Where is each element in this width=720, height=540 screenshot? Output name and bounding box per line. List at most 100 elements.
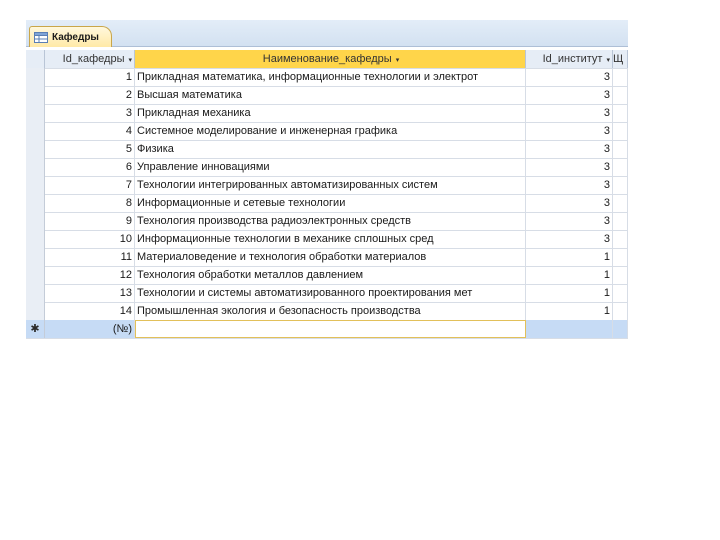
record-selector[interactable] bbox=[26, 302, 45, 320]
tab-label: Кафедры bbox=[52, 31, 99, 43]
table-row[interactable]: 6 Управление инновациями 3 bbox=[26, 158, 628, 177]
cell-naimenovanie[interactable]: Технологии интегрированных автоматизиров… bbox=[135, 176, 526, 194]
cell-id-kafedry[interactable]: 4 bbox=[45, 122, 135, 140]
cell-id-kafedry[interactable]: 5 bbox=[45, 140, 135, 158]
table-row[interactable]: 9 Технология производства радиоэлектронны… bbox=[26, 212, 628, 231]
cell-naimenovanie[interactable]: Технологии и системы автоматизированного… bbox=[135, 284, 526, 302]
cell-id-institut[interactable]: 1 bbox=[526, 266, 613, 284]
record-selector[interactable] bbox=[26, 284, 45, 302]
table-row[interactable]: 1 Прикладная математика, информационные т… bbox=[26, 68, 628, 87]
sort-dropdown-icon[interactable]: ▾ bbox=[606, 57, 610, 64]
record-selector[interactable] bbox=[26, 212, 45, 230]
cell-id-institut[interactable]: 3 bbox=[526, 122, 613, 140]
cell-id-kafedry[interactable]: 13 bbox=[45, 284, 135, 302]
cell-naimenovanie[interactable]: Промышленная экология и безопасность про… bbox=[135, 302, 526, 320]
cell-id-kafedry[interactable]: 9 bbox=[45, 212, 135, 230]
cell-id-kafedry[interactable]: 2 bbox=[45, 86, 135, 104]
cell-id-kafedry[interactable]: 10 bbox=[45, 230, 135, 248]
cell-id-institut[interactable]: 3 bbox=[526, 176, 613, 194]
new-record-marker-icon[interactable]: ✱ bbox=[26, 320, 45, 338]
cell-id-kafedry[interactable]: 3 bbox=[45, 104, 135, 122]
cell-naimenovanie[interactable]: Технология обработки металлов давлением bbox=[135, 266, 526, 284]
cell-naimenovanie[interactable]: Технология производства радиоэлектронных… bbox=[135, 212, 526, 230]
cell-naimenovanie[interactable]: Системное моделирование и инженерная гра… bbox=[135, 122, 526, 140]
cell-id-kafedry[interactable]: 8 bbox=[45, 194, 135, 212]
record-selector[interactable] bbox=[26, 176, 45, 194]
record-selector[interactable] bbox=[26, 104, 45, 122]
cell-id-institut[interactable]: 1 bbox=[526, 284, 613, 302]
table-row[interactable]: 11 Материаловедение и технология обработк… bbox=[26, 248, 628, 267]
column-header-naimenovanie[interactable]: Наименование_кафедры ▾ bbox=[135, 50, 526, 68]
record-selector[interactable] bbox=[26, 248, 45, 266]
table-row[interactable]: 14 Промышленная экология и безопасность п… bbox=[26, 302, 628, 321]
new-record-institut-cell[interactable] bbox=[526, 320, 613, 338]
cell-id-institut[interactable]: 3 bbox=[526, 86, 613, 104]
cell-extra[interactable] bbox=[613, 302, 628, 320]
cell-extra[interactable] bbox=[613, 86, 628, 104]
sort-dropdown-icon[interactable]: ▾ bbox=[396, 57, 400, 64]
cell-id-kafedry[interactable]: 1 bbox=[45, 68, 135, 86]
cell-id-institut[interactable]: 3 bbox=[526, 158, 613, 176]
record-selector[interactable] bbox=[26, 158, 45, 176]
record-selector[interactable] bbox=[26, 140, 45, 158]
cell-id-institut[interactable]: 1 bbox=[526, 248, 613, 266]
column-header-label: Id_кафедры bbox=[62, 53, 125, 65]
table-row[interactable]: 3 Прикладная механика 3 bbox=[26, 104, 628, 123]
cell-naimenovanie[interactable]: Управление инновациями bbox=[135, 158, 526, 176]
select-all-corner[interactable] bbox=[26, 50, 45, 68]
column-header-id-institut[interactable]: Id_институт ▾ bbox=[526, 50, 613, 68]
record-selector[interactable] bbox=[26, 86, 45, 104]
cell-extra[interactable] bbox=[613, 140, 628, 158]
new-record-row[interactable]: ✱ (№) bbox=[26, 320, 628, 339]
column-header-id-kafedry[interactable]: Id_кафедры ▾ bbox=[45, 50, 135, 68]
cell-id-kafedry[interactable]: 7 bbox=[45, 176, 135, 194]
tab-kafedry[interactable]: Кафедры bbox=[29, 26, 112, 47]
table-row[interactable]: 13 Технологии и системы автоматизированно… bbox=[26, 284, 628, 303]
cell-id-institut[interactable]: 3 bbox=[526, 194, 613, 212]
table-row[interactable]: 5 Физика 3 bbox=[26, 140, 628, 159]
table-row[interactable]: 2 Высшая математика 3 bbox=[26, 86, 628, 105]
cell-id-institut[interactable]: 3 bbox=[526, 68, 613, 86]
cell-id-institut[interactable]: 3 bbox=[526, 230, 613, 248]
cell-naimenovanie[interactable]: Физика bbox=[135, 140, 526, 158]
cell-extra[interactable] bbox=[613, 122, 628, 140]
cell-naimenovanie[interactable]: Прикладная механика bbox=[135, 104, 526, 122]
table-row[interactable]: 8 Информационные и сетевые технологии 3 bbox=[26, 194, 628, 213]
record-selector[interactable] bbox=[26, 266, 45, 284]
table-row[interactable]: 7 Технологии интегрированных автоматизиро… bbox=[26, 176, 628, 195]
cell-id-kafedry[interactable]: 12 bbox=[45, 266, 135, 284]
cell-naimenovanie[interactable]: Информационные и сетевые технологии bbox=[135, 194, 526, 212]
cell-extra[interactable] bbox=[613, 212, 628, 230]
cell-naimenovanie[interactable]: Информационные технологии в механике спл… bbox=[135, 230, 526, 248]
table-row[interactable]: 10 Информационные технологии в механике с… bbox=[26, 230, 628, 249]
record-selector[interactable] bbox=[26, 230, 45, 248]
table-row[interactable]: 4 Системное моделирование и инженерная гр… bbox=[26, 122, 628, 141]
cell-id-kafedry[interactable]: 6 bbox=[45, 158, 135, 176]
record-selector[interactable] bbox=[26, 122, 45, 140]
cell-id-institut[interactable]: 1 bbox=[526, 302, 613, 320]
cell-extra[interactable] bbox=[613, 158, 628, 176]
cell-id-institut[interactable]: 3 bbox=[526, 212, 613, 230]
cell-extra[interactable] bbox=[613, 230, 628, 248]
table-row[interactable]: 12 Технология обработки металлов давление… bbox=[26, 266, 628, 285]
new-record-extra-cell[interactable] bbox=[613, 320, 628, 338]
new-record-name-input[interactable] bbox=[135, 320, 526, 338]
column-header-extra[interactable]: Щ bbox=[613, 50, 628, 68]
cell-naimenovanie[interactable]: Материаловедение и технология обработки … bbox=[135, 248, 526, 266]
cell-extra[interactable] bbox=[613, 104, 628, 122]
cell-extra[interactable] bbox=[613, 266, 628, 284]
cell-extra[interactable] bbox=[613, 248, 628, 266]
cell-extra[interactable] bbox=[613, 68, 628, 86]
cell-extra[interactable] bbox=[613, 284, 628, 302]
cell-id-institut[interactable]: 3 bbox=[526, 104, 613, 122]
cell-naimenovanie[interactable]: Прикладная математика, информационные те… bbox=[135, 68, 526, 86]
record-selector[interactable] bbox=[26, 68, 45, 86]
sort-dropdown-icon[interactable]: ▾ bbox=[128, 57, 132, 64]
cell-id-kafedry[interactable]: 11 bbox=[45, 248, 135, 266]
cell-naimenovanie[interactable]: Высшая математика bbox=[135, 86, 526, 104]
record-selector[interactable] bbox=[26, 194, 45, 212]
cell-extra[interactable] bbox=[613, 194, 628, 212]
cell-extra[interactable] bbox=[613, 176, 628, 194]
cell-id-institut[interactable]: 3 bbox=[526, 140, 613, 158]
cell-id-kafedry[interactable]: 14 bbox=[45, 302, 135, 320]
